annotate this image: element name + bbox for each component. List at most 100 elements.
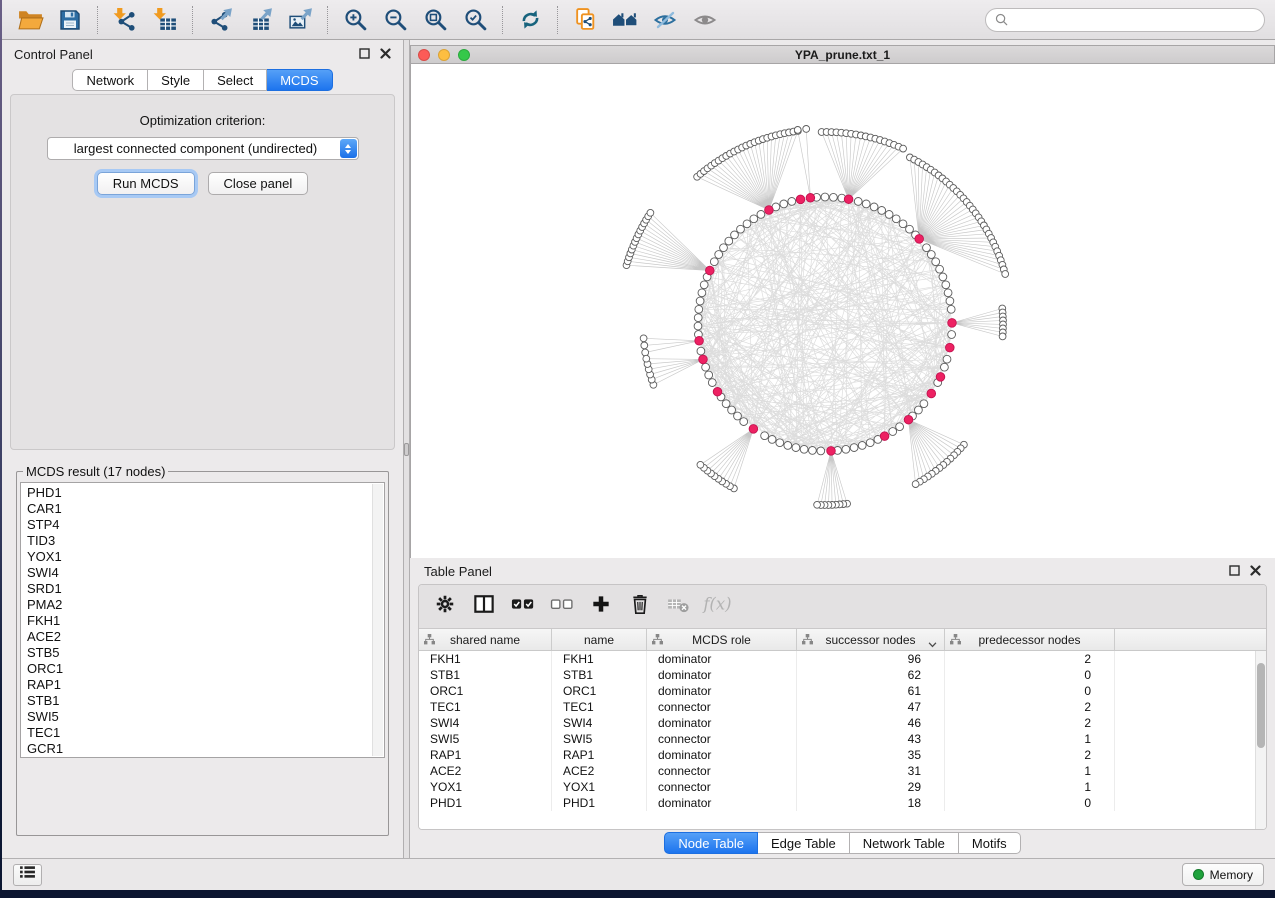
cell-predecessor-nodes[interactable]: 1 [945, 779, 1115, 795]
cell-name[interactable]: YOX1 [552, 779, 647, 795]
export-image-button[interactable] [280, 3, 320, 37]
cell-MCDS-role[interactable]: dominator [647, 667, 797, 683]
cell-name[interactable]: PHD1 [552, 795, 647, 811]
cell-successor-nodes[interactable]: 46 [797, 715, 945, 731]
mcds-result-item[interactable]: STB5 [27, 645, 370, 661]
mcds-result-item[interactable]: SWI5 [27, 709, 370, 725]
optimization-criterion-dropdown[interactable]: largest connected component (undirected) [47, 137, 359, 160]
cell-MCDS-role[interactable]: connector [647, 731, 797, 747]
close-table-panel-icon[interactable] [1250, 564, 1261, 579]
mcds-result-item[interactable]: CAR1 [27, 501, 370, 517]
cell-name[interactable]: TEC1 [552, 699, 647, 715]
mcds-result-item[interactable]: TEC1 [27, 725, 370, 741]
import-table-button[interactable] [145, 3, 185, 37]
first-neighbors-button[interactable] [605, 3, 645, 37]
mcds-result-item[interactable]: ACE2 [27, 629, 370, 645]
column-header-predecessor-nodes[interactable]: predecessor nodes [945, 629, 1115, 650]
mcds-result-item[interactable]: GCR1 [27, 741, 370, 757]
cell-MCDS-role[interactable]: connector [647, 699, 797, 715]
cell-name[interactable]: STB1 [552, 667, 647, 683]
cell-shared-name[interactable]: ACE2 [419, 763, 552, 779]
table-settings-button[interactable] [433, 595, 457, 619]
cell-MCDS-role[interactable]: dominator [647, 747, 797, 763]
zoom-in-button[interactable] [335, 3, 375, 37]
clone-network-button[interactable] [565, 3, 605, 37]
cell-successor-nodes[interactable]: 43 [797, 731, 945, 747]
cell-MCDS-role[interactable]: dominator [647, 651, 797, 667]
cell-name[interactable]: RAP1 [552, 747, 647, 763]
tab-select[interactable]: Select [204, 69, 267, 91]
mcds-result-item[interactable]: ORC1 [27, 661, 370, 677]
zoom-out-button[interactable] [375, 3, 415, 37]
cell-successor-nodes[interactable]: 61 [797, 683, 945, 699]
cell-successor-nodes[interactable]: 96 [797, 651, 945, 667]
cell-shared-name[interactable]: ORC1 [419, 683, 552, 699]
cell-shared-name[interactable]: STB1 [419, 667, 552, 683]
open-file-button[interactable] [10, 3, 50, 37]
show-all-button[interactable] [685, 3, 725, 37]
mcds-result-item[interactable]: PMA2 [27, 597, 370, 613]
network-canvas[interactable] [410, 64, 1275, 558]
cell-MCDS-role[interactable]: dominator [647, 715, 797, 731]
zoom-fit-button[interactable] [415, 3, 455, 37]
cell-shared-name[interactable]: SWI5 [419, 731, 552, 747]
deselect-checkboxes-button[interactable] [550, 595, 574, 619]
column-header-successor-nodes[interactable]: successor nodes [797, 629, 945, 650]
tab-network-table[interactable]: Network Table [850, 832, 959, 854]
tab-mcds[interactable]: MCDS [267, 69, 332, 91]
splitter-handle[interactable] [404, 443, 409, 456]
cell-name[interactable]: ACE2 [552, 763, 647, 779]
cell-shared-name[interactable]: FKH1 [419, 651, 552, 667]
cell-MCDS-role[interactable]: connector [647, 779, 797, 795]
task-history-button[interactable] [13, 864, 42, 886]
tab-edge-table[interactable]: Edge Table [758, 832, 850, 854]
cell-predecessor-nodes[interactable]: 2 [945, 747, 1115, 763]
cell-predecessor-nodes[interactable]: 0 [945, 795, 1115, 811]
cell-successor-nodes[interactable]: 31 [797, 763, 945, 779]
refresh-network-button[interactable] [510, 3, 550, 37]
mcds-result-item[interactable]: STP4 [27, 517, 370, 533]
network-graph[interactable] [411, 64, 1275, 557]
vertical-splitter[interactable] [403, 40, 410, 858]
cell-predecessor-nodes[interactable]: 2 [945, 699, 1115, 715]
cell-predecessor-nodes[interactable]: 1 [945, 763, 1115, 779]
select-all-checkboxes-button[interactable] [511, 595, 535, 619]
search-box[interactable] [985, 8, 1265, 32]
save-session-button[interactable] [50, 3, 90, 37]
mcds-result-item[interactable]: FKH1 [27, 613, 370, 629]
mcds-result-item[interactable]: STB1 [27, 693, 370, 709]
zoom-selected-button[interactable] [455, 3, 495, 37]
hide-selected-button[interactable] [645, 3, 685, 37]
delete-column-button[interactable] [628, 595, 652, 619]
cell-shared-name[interactable]: YOX1 [419, 779, 552, 795]
close-panel-icon[interactable] [380, 47, 391, 62]
memory-button[interactable]: Memory [1182, 863, 1264, 886]
cell-predecessor-nodes[interactable]: 2 [945, 651, 1115, 667]
mcds-result-item[interactable]: SWI4 [27, 565, 370, 581]
column-header-MCDS-role[interactable]: MCDS role [647, 629, 797, 650]
float-panel-icon[interactable] [359, 47, 370, 62]
cell-shared-name[interactable]: RAP1 [419, 747, 552, 763]
cell-name[interactable]: SWI4 [552, 715, 647, 731]
cell-successor-nodes[interactable]: 47 [797, 699, 945, 715]
cell-successor-nodes[interactable]: 18 [797, 795, 945, 811]
search-input[interactable] [1013, 12, 1255, 28]
cell-shared-name[interactable]: SWI4 [419, 715, 552, 731]
cell-successor-nodes[interactable]: 62 [797, 667, 945, 683]
cell-predecessor-nodes[interactable]: 0 [945, 667, 1115, 683]
import-network-button[interactable] [105, 3, 145, 37]
cell-MCDS-role[interactable]: connector [647, 763, 797, 779]
cell-predecessor-nodes[interactable]: 1 [945, 731, 1115, 747]
cell-successor-nodes[interactable]: 29 [797, 779, 945, 795]
tab-network[interactable]: Network [72, 69, 148, 91]
table-scrollbar-thumb[interactable] [1257, 663, 1265, 748]
mcds-result-item[interactable]: SRD1 [27, 581, 370, 597]
column-header-name[interactable]: name [552, 629, 647, 650]
maximize-window-icon[interactable] [458, 49, 470, 61]
cell-successor-nodes[interactable]: 35 [797, 747, 945, 763]
cell-shared-name[interactable]: PHD1 [419, 795, 552, 811]
mcds-result-list[interactable]: PHD1CAR1STP4TID3YOX1SWI4SRD1PMA2FKH1ACE2… [20, 482, 385, 758]
cell-MCDS-role[interactable]: dominator [647, 795, 797, 811]
cell-name[interactable]: SWI5 [552, 731, 647, 747]
mcds-result-item[interactable]: YOX1 [27, 549, 370, 565]
